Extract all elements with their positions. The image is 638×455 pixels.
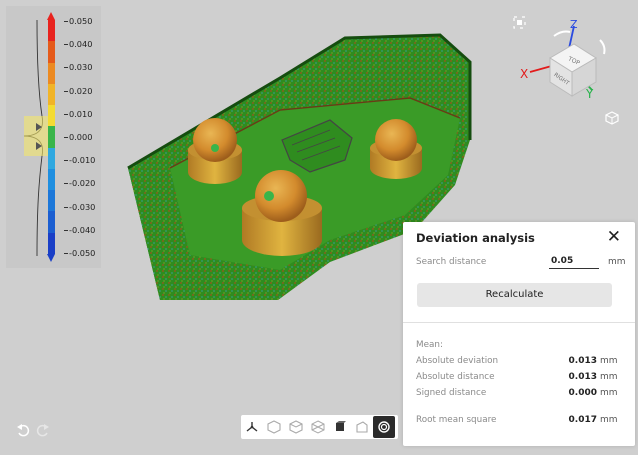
scale-tick <box>64 183 68 185</box>
signed-distance-value: 0.000 <box>568 388 597 398</box>
scale-tick <box>64 113 68 115</box>
search-distance-label: Search distance <box>416 257 487 267</box>
color-bar-segment <box>48 105 55 127</box>
deviation-analysis-panel: Deviation analysis ✕ Search distance mm … <box>403 222 635 446</box>
close-icon[interactable]: ✕ <box>607 227 621 247</box>
view-cube[interactable]: Z X Y TOP RIGHT <box>510 16 620 108</box>
color-bar-segment <box>48 126 55 149</box>
scale-label: 0.010 <box>69 108 93 119</box>
axis-x-label: X <box>520 67 528 81</box>
rms-unit: mm <box>600 415 618 425</box>
sphere-right <box>375 119 417 161</box>
scale-tick <box>64 21 68 22</box>
undo-icon[interactable] <box>16 423 30 437</box>
color-bar-segment <box>48 62 55 85</box>
absolute-distance-unit: mm <box>600 372 618 382</box>
scale-tick <box>64 229 68 231</box>
panel-title: Deviation analysis <box>416 231 535 245</box>
app-root: 0.050 0.040 0.030 0.020 0.010 0.000 -0.010 -0.0… <box>0 0 638 455</box>
scale-label: 0.030 <box>69 62 93 73</box>
scale-label: 0.050 <box>69 16 93 26</box>
redo-icon[interactable] <box>36 423 50 437</box>
rms-value: 0.017 <box>568 415 597 425</box>
rotate-ccw-icon[interactable] <box>553 30 571 37</box>
color-bar-segment <box>48 211 55 234</box>
color-bar-segment <box>48 147 55 170</box>
absolute-distance-label: Absolute distance <box>416 372 495 382</box>
color-bar-segment <box>48 232 55 255</box>
scale-label: -0.020 <box>69 178 96 189</box>
scale-label: -0.050 <box>69 248 96 258</box>
axis-z-label: Z <box>570 18 578 31</box>
search-distance-input[interactable] <box>549 253 599 269</box>
scale-label: 0.020 <box>69 85 93 96</box>
scale-tick <box>64 44 68 46</box>
section-view-icon[interactable] <box>351 416 373 438</box>
absolute-distance-value: 0.013 <box>568 372 597 382</box>
deviation-color-scale: 0.050 0.040 0.030 0.020 0.010 0.000 -0.010 -0.0… <box>6 6 101 268</box>
scale-label: -0.010 <box>69 155 96 166</box>
color-bar-segment <box>48 190 55 212</box>
axis-y-label: Y <box>585 87 594 101</box>
recalculate-button[interactable]: Recalculate <box>417 283 612 307</box>
box-view-icon[interactable] <box>329 416 351 438</box>
scale-label: 0.040 <box>69 39 93 50</box>
divider <box>403 322 635 323</box>
scale-max-arrow-icon <box>47 12 55 20</box>
rms-label: Root mean square <box>416 415 497 425</box>
color-bar <box>48 20 55 255</box>
scale-min-arrow-icon <box>47 254 55 262</box>
solid-view-icon[interactable] <box>263 416 285 438</box>
search-distance-unit: mm <box>608 257 626 267</box>
scale-tick <box>64 206 68 208</box>
axes-icon[interactable] <box>241 416 263 438</box>
projection-cube-icon[interactable] <box>605 111 619 125</box>
signed-distance-unit: mm <box>600 388 618 398</box>
scale-tick <box>64 253 68 254</box>
scale-label: -0.030 <box>69 201 96 212</box>
scale-label: 0.000 <box>69 132 93 142</box>
color-bar-segment <box>48 168 55 191</box>
deviation-map-icon[interactable] <box>373 416 395 438</box>
absolute-deviation-unit: mm <box>600 356 618 366</box>
absolute-deviation-value: 0.013 <box>568 356 597 366</box>
view-toolbar <box>241 415 398 439</box>
wireframe-view-icon[interactable] <box>307 416 329 438</box>
absolute-deviation-label: Absolute deviation <box>416 356 499 366</box>
scale-tick <box>64 67 68 69</box>
signed-distance-label: Signed distance <box>416 388 487 398</box>
scale-tick <box>64 137 68 138</box>
shaded-view-icon[interactable] <box>285 416 307 438</box>
color-bar-segment <box>48 41 55 64</box>
scale-label: -0.040 <box>69 224 96 235</box>
rotate-cw-icon[interactable] <box>599 39 606 55</box>
scale-tick <box>64 160 68 162</box>
mean-label: Mean: <box>416 340 443 350</box>
scale-tick <box>64 90 68 92</box>
color-bar-segment <box>48 83 55 106</box>
sphere-front <box>255 170 307 222</box>
color-bar-segment <box>48 20 55 42</box>
sphere-left <box>193 118 237 162</box>
